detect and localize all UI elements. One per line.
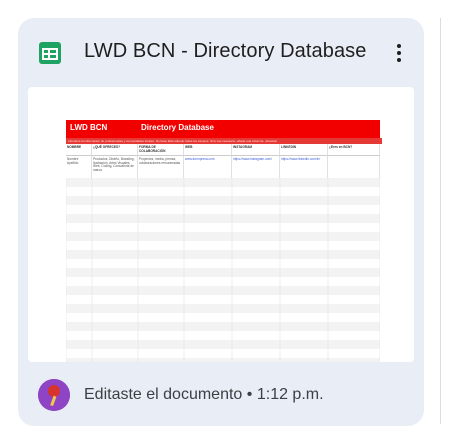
sheet-header-row: NOMBRE ¿QUÉ OFRECES? FORMA DE COLABORACI… xyxy=(66,144,380,156)
activity-time: 1:12 p.m. xyxy=(256,386,324,403)
column-header: WEB xyxy=(184,144,232,156)
grid-row xyxy=(66,259,380,268)
grid-row xyxy=(66,241,380,250)
more-vert-icon xyxy=(397,44,401,62)
avatar[interactable] xyxy=(38,379,70,411)
grid-row xyxy=(66,295,380,304)
activity-separator: • xyxy=(246,386,253,403)
table-row: Nombre Apellido Productos, Diseño, Brand… xyxy=(66,156,380,178)
activity-text: Editaste el documento • 1:12 p.m. xyxy=(84,386,324,404)
column-header: LINKEDIN xyxy=(280,144,328,156)
grid-row xyxy=(66,331,380,340)
card-header: LWD BCN - Directory Database xyxy=(18,18,424,88)
spreadsheet-preview: LWD BCN Directory Database Introduce la … xyxy=(66,120,382,362)
grid-row xyxy=(66,223,380,232)
grid-row xyxy=(66,322,380,331)
sheet-title: Directory Database xyxy=(141,123,214,132)
column-header: ¿Eres en BCN? xyxy=(328,144,380,156)
adjacent-card-edge xyxy=(440,18,441,424)
activity-footer: Editaste el documento • 1:12 p.m. xyxy=(18,362,424,426)
more-options-button[interactable] xyxy=(384,38,414,68)
grid-row xyxy=(66,340,380,349)
google-sheets-icon xyxy=(39,42,61,64)
grid-row xyxy=(66,250,380,259)
cell-collab: Proyectos, media, prensa, colaboraciones… xyxy=(138,156,184,178)
column-header: FORMA DE COLABORACIÓN xyxy=(138,144,184,156)
cell-offer: Productos, Diseño, Branding, Ilustración… xyxy=(92,156,138,178)
grid-row xyxy=(66,277,380,286)
cell-instagram: https://www.instagram.com/ xyxy=(232,156,280,178)
empty-grid-rows xyxy=(66,178,380,362)
grid-row xyxy=(66,187,380,196)
cell-name: Nombre Apellido xyxy=(66,156,92,178)
cell-linkedin: https://www.linkedin.com/in/ xyxy=(280,156,328,178)
sheet-brand: LWD BCN xyxy=(70,123,108,132)
grid-row xyxy=(66,214,380,223)
column-header: NOMBRE xyxy=(66,144,92,156)
activity-description: Editaste el documento xyxy=(84,386,243,403)
cell-web: www.tuempresa.com xyxy=(184,156,232,178)
grid-row xyxy=(66,349,380,358)
grid-row xyxy=(66,232,380,241)
file-card[interactable]: LWD BCN - Directory Database LWD BCN Dir… xyxy=(18,18,424,426)
grid-row xyxy=(66,205,380,214)
grid-row xyxy=(66,304,380,313)
sheet-banner: LWD BCN Directory Database xyxy=(66,120,380,138)
file-title[interactable]: LWD BCN - Directory Database xyxy=(84,40,367,63)
cell-bcn xyxy=(328,156,380,178)
grid-row xyxy=(66,178,380,187)
column-header: INSTAGRAM xyxy=(232,144,280,156)
user-avatar-image xyxy=(38,379,70,411)
grid-row xyxy=(66,268,380,277)
file-thumbnail[interactable]: LWD BCN Directory Database Introduce la … xyxy=(28,87,414,362)
column-header: ¿QUÉ OFRECES? xyxy=(92,144,138,156)
grid-row xyxy=(66,313,380,322)
grid-row xyxy=(66,196,380,205)
grid-row xyxy=(66,286,380,295)
